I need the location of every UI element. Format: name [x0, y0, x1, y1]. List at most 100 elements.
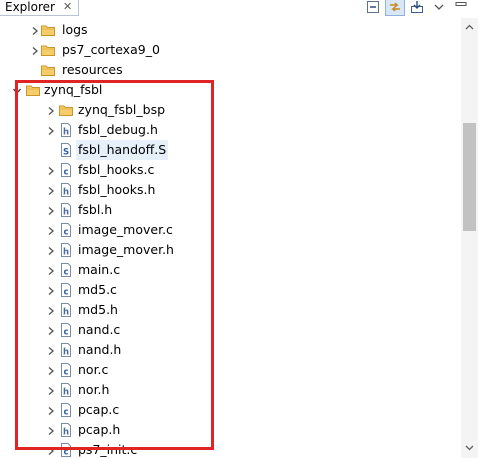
tree-item-label: fsbl_handoff.S [76, 140, 169, 160]
folder-icon [40, 62, 56, 78]
header-file-icon: h [58, 422, 74, 438]
tree-item-label: pcap.c [78, 402, 120, 417]
tree-item-label: nand.c [78, 322, 121, 337]
tree-file-item[interactable]: h fsbl_debug.h [0, 120, 461, 140]
tree-item-label: nor.c [78, 362, 109, 377]
scroll-up-icon[interactable] [461, 18, 478, 35]
chevron-right-icon[interactable] [46, 265, 56, 275]
c-file-icon: c [58, 322, 74, 338]
chevron-right-icon[interactable] [30, 25, 40, 35]
tree-file-item[interactable]: h image_mover.h [0, 240, 461, 260]
tree-file-item[interactable]: h fsbl_hooks.h [0, 180, 461, 200]
tree-file-item[interactable]: h fsbl.h [0, 200, 461, 220]
tree-file-item[interactable]: h pcap.h [0, 420, 461, 440]
header-file-icon: h [58, 342, 74, 358]
chevron-down-icon[interactable] [12, 85, 22, 95]
header-file-icon: h [58, 242, 74, 258]
tree-item-label: main.c [78, 262, 121, 277]
chevron-right-icon[interactable] [46, 385, 56, 395]
folder-icon [40, 42, 56, 58]
c-file-icon: c [58, 222, 74, 238]
chevron-right-icon[interactable] [46, 285, 56, 295]
chevron-right-icon[interactable] [46, 445, 56, 455]
asm-file-icon: S [58, 142, 74, 158]
c-file-icon: c [58, 162, 74, 178]
tree-item-label: pcap.h [78, 422, 121, 437]
tree-folder-item[interactable]: resources [0, 60, 461, 80]
chevron-right-icon[interactable] [46, 345, 56, 355]
tree-file-item[interactable]: c nand.c [0, 320, 461, 340]
chevron-right-icon[interactable] [46, 325, 56, 335]
svg-text:h: h [63, 388, 69, 398]
svg-text:c: c [63, 328, 68, 338]
tree-folder-item[interactable]: logs [0, 20, 461, 40]
svg-text:h: h [63, 188, 69, 198]
tree-file-item[interactable]: h nor.h [0, 380, 461, 400]
chevron-right-icon[interactable] [46, 365, 56, 375]
project-tree: logs ps7_cortexa9_0 resources zynq_fsbl zynq… [0, 20, 461, 458]
svg-text:c: c [63, 448, 68, 458]
tree-item-label: nand.h [78, 342, 122, 357]
tree-file-item[interactable]: c nor.c [0, 360, 461, 380]
chevron-right-icon[interactable] [46, 105, 56, 115]
tree-item-label: resources [62, 62, 123, 77]
tree-item-label: image_mover.c [78, 222, 173, 237]
header-file-icon: h [58, 182, 74, 198]
chevron-right-icon[interactable] [46, 245, 56, 255]
tree-file-item[interactable]: c image_mover.c [0, 220, 461, 240]
svg-text:c: c [63, 268, 68, 278]
header-file-icon: h [58, 302, 74, 318]
tree-item-label: md5.c [78, 282, 117, 297]
tree-folder-item[interactable]: zynq_fsbl_bsp [0, 100, 461, 120]
tree-file-item[interactable]: c main.c [0, 260, 461, 280]
chevron-right-icon[interactable] [30, 45, 40, 55]
chevron-right-icon[interactable] [46, 405, 56, 415]
import-icon[interactable] [407, 0, 427, 16]
chevron-right-icon[interactable] [46, 305, 56, 315]
c-file-icon: c [58, 282, 74, 298]
chevron-right-icon[interactable] [46, 165, 56, 175]
tree-item-label: fsbl.h [78, 202, 113, 217]
collapse-all-icon[interactable] [363, 0, 383, 16]
minimize-icon[interactable] [451, 0, 471, 16]
tree-file-item[interactable]: Sfsbl_handoff.S [0, 140, 461, 160]
chevron-right-icon[interactable] [46, 205, 56, 215]
tree-item-label: fsbl_hooks.c [78, 162, 155, 177]
svg-text:h: h [63, 208, 69, 218]
view-menu-icon[interactable] [429, 0, 449, 16]
tab-explorer[interactable]: Explorer ✕ [0, 0, 80, 16]
chevron-right-icon[interactable] [46, 425, 56, 435]
svg-text:c: c [63, 408, 68, 418]
tree-folder-item[interactable]: zynq_fsbl [0, 80, 461, 100]
tree-file-item[interactable]: c ps7_init.c [0, 440, 461, 458]
tree-file-item[interactable]: h nand.h [0, 340, 461, 360]
link-with-editor-icon[interactable] [385, 0, 405, 16]
scrollbar-thumb[interactable] [463, 123, 476, 231]
folder-icon [25, 82, 41, 98]
tree-file-item[interactable]: h md5.h [0, 300, 461, 320]
svg-text:c: c [63, 368, 68, 378]
tree-item-label: md5.h [78, 302, 118, 317]
tree-item-label: image_mover.h [78, 242, 174, 257]
tree-folder-item[interactable]: ps7_cortexa9_0 [0, 40, 461, 60]
tree-item-label: nor.h [78, 382, 110, 397]
tree-file-item[interactable]: c md5.c [0, 280, 461, 300]
tree-item-label: fsbl_debug.h [78, 122, 158, 137]
tab-title: Explorer [5, 0, 55, 14]
header-file-icon: h [58, 202, 74, 218]
vertical-scrollbar[interactable] [461, 18, 478, 458]
chevron-right-icon[interactable] [46, 125, 56, 135]
chevron-right-icon[interactable] [46, 185, 56, 195]
chevron-right-icon[interactable] [46, 225, 56, 235]
tree-item-label: logs [62, 22, 88, 37]
tree-item-label: fsbl_hooks.h [78, 182, 156, 197]
svg-text:c: c [63, 228, 68, 238]
close-icon[interactable]: ✕ [63, 0, 72, 13]
folder-icon [40, 22, 56, 38]
svg-text:h: h [63, 128, 69, 138]
header-file-icon: h [58, 382, 74, 398]
scroll-down-icon[interactable] [461, 439, 478, 456]
tree-file-item[interactable]: c pcap.c [0, 400, 461, 420]
svg-text:S: S [63, 148, 69, 158]
tree-file-item[interactable]: c fsbl_hooks.c [0, 160, 461, 180]
